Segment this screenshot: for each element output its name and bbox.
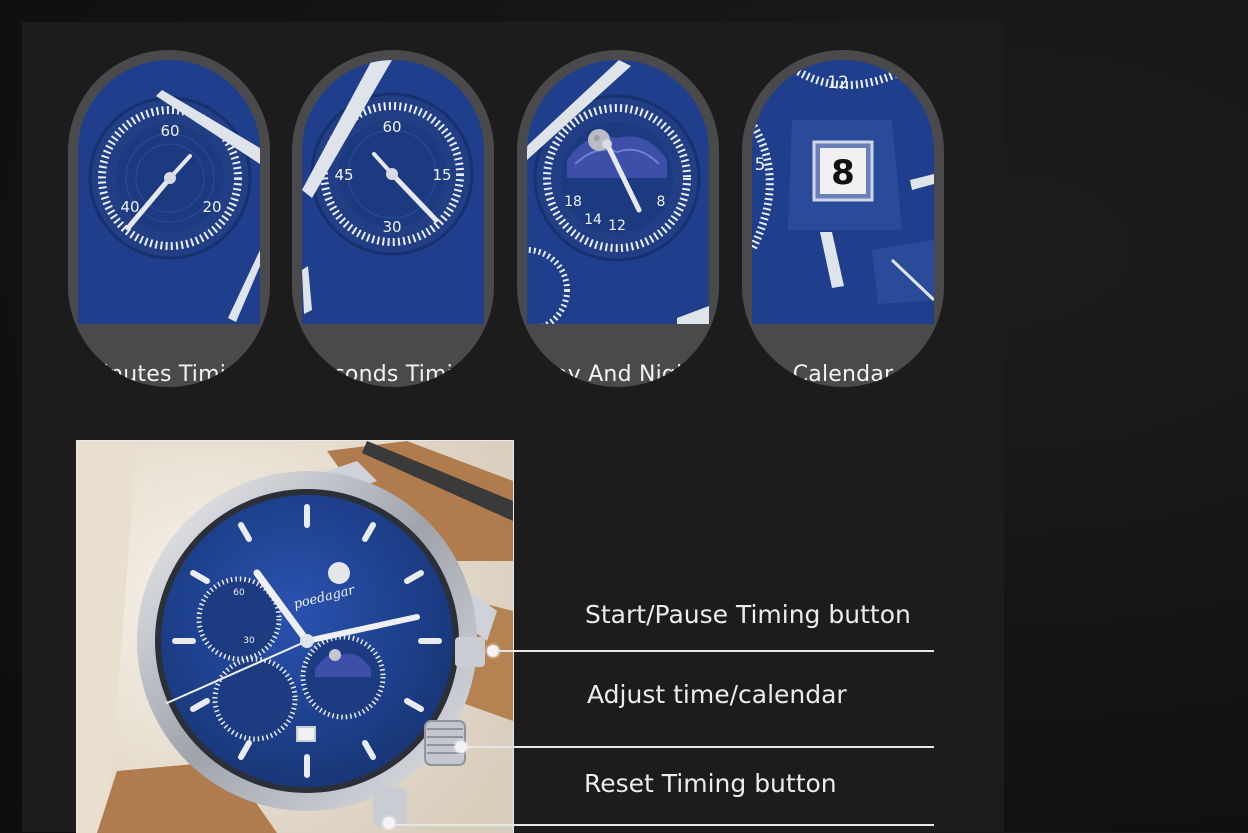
day-night-dial-closeup: 18 14 12 8 xyxy=(527,60,709,324)
dial-number: 60 xyxy=(160,122,179,140)
seconds-dial-closeup: 60 45 15 30 xyxy=(302,60,484,324)
dial-number: 60 xyxy=(382,118,401,136)
dial-number: 8 xyxy=(657,194,666,210)
dial-number: 14 xyxy=(584,212,602,228)
feature-card-calendar: 12 5 8 Calendar xyxy=(742,50,944,387)
feature-label: Calendar xyxy=(792,362,894,387)
feature-card-seconds-timing: 60 45 15 30 Seconds Timing xyxy=(292,50,494,387)
calendar-closeup: 12 5 8 xyxy=(752,60,934,324)
feature-label: Seconds Timing xyxy=(304,362,482,387)
dial-number: 5 xyxy=(755,155,766,175)
reset-timing-callout: Reset Timing button xyxy=(584,769,837,798)
feature-label: Minutes Timing xyxy=(83,362,255,387)
dial-number: 40 xyxy=(120,198,139,216)
calendar-date: 8 xyxy=(831,153,855,193)
dial-number: 12 xyxy=(827,73,849,93)
feature-label: Day And Night xyxy=(536,362,700,387)
callout-line xyxy=(497,650,934,652)
adjust-time-pointer xyxy=(455,741,467,753)
product-photo: 60 30 poedagar xyxy=(76,440,514,833)
dial-number: 15 xyxy=(432,166,451,184)
adjust-time-calendar-callout: Adjust time/calendar xyxy=(587,680,847,709)
feature-card-minutes-timing: 60 40 20 Minutes Timing xyxy=(68,50,270,387)
reset-timing-pointer xyxy=(383,817,395,829)
minutes-dial-closeup: 60 40 20 xyxy=(78,60,260,324)
dial-number: 45 xyxy=(334,166,353,184)
subdial-number: 60 xyxy=(233,588,245,598)
subdial-number: 30 xyxy=(243,636,255,646)
dial-number: 30 xyxy=(382,218,401,236)
callout-line xyxy=(395,824,934,826)
start-pause-timing-callout: Start/Pause Timing button xyxy=(585,600,911,629)
feature-card-day-and-night: 18 14 12 8 Day And Night xyxy=(517,50,719,387)
dial-number: 20 xyxy=(202,198,221,216)
dial-number: 12 xyxy=(608,218,626,234)
callout-line xyxy=(467,746,934,748)
dial-number: 18 xyxy=(564,194,582,210)
